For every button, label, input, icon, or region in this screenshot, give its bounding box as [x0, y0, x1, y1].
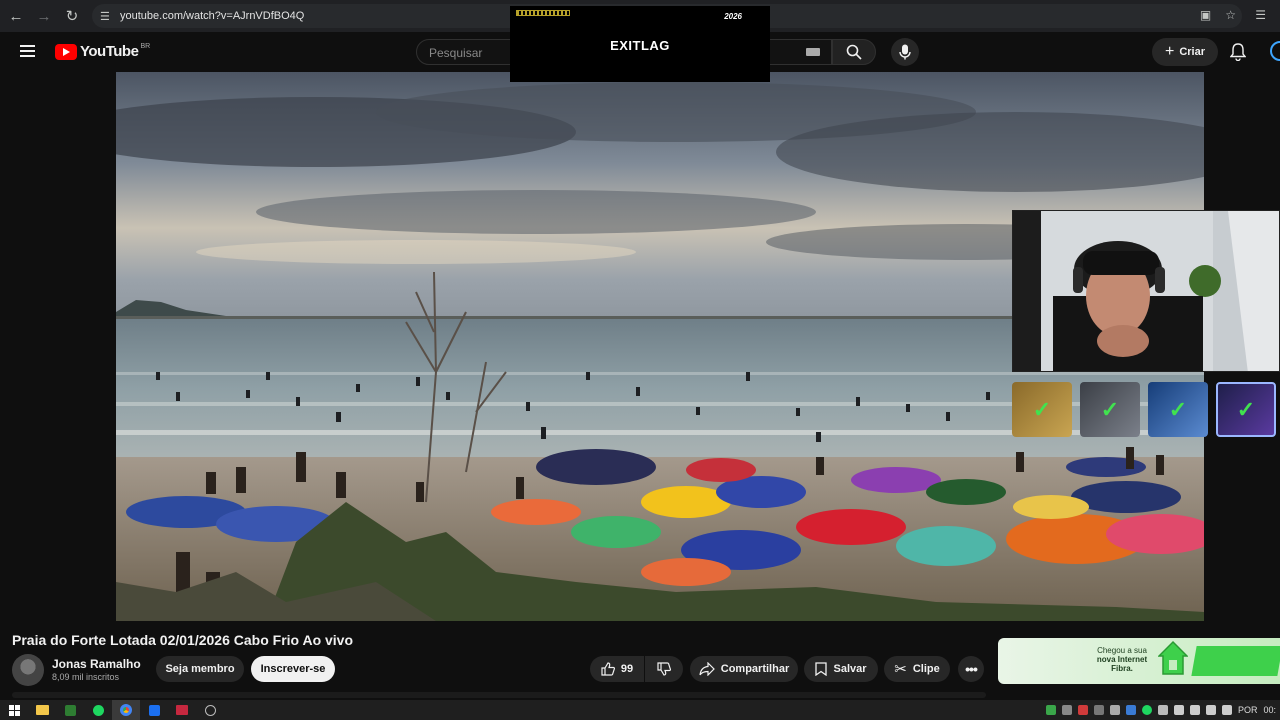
- voice-search-button[interactable]: [891, 38, 919, 66]
- search-icon: [846, 44, 862, 60]
- ad-green-banner: [1191, 646, 1280, 676]
- ad-line-2: nova Internet: [1096, 655, 1148, 664]
- windows-taskbar: POR 00:: [0, 700, 1280, 720]
- more-actions-button[interactable]: •••: [958, 656, 984, 682]
- system-tray: POR 00:: [1045, 700, 1280, 720]
- ad-text: Chegou a sua nova Internet Fibra.: [1080, 646, 1164, 673]
- network-icon[interactable]: [1205, 705, 1216, 715]
- url-text: youtube.com/watch?v=AJrnVDfBO4Q: [120, 10, 305, 22]
- subscribe-button[interactable]: Inscrever-se: [251, 656, 335, 682]
- bookmark-icon: [815, 662, 828, 676]
- site-info-icon[interactable]: ☰: [100, 10, 120, 23]
- spotify-icon[interactable]: [84, 700, 112, 720]
- youtube-wordmark: YouTube: [80, 43, 139, 60]
- xbox-app-icon[interactable]: [56, 700, 84, 720]
- bookmark-star-icon[interactable]: ☆: [1225, 8, 1236, 22]
- thumbs-down-icon: [657, 662, 671, 676]
- create-button[interactable]: + Criar: [1152, 38, 1218, 66]
- house-icon: [1158, 640, 1188, 675]
- microphone-tray-icon[interactable]: [1173, 705, 1184, 715]
- tray-icon[interactable]: [1157, 705, 1168, 715]
- overlay-brand: EXITLAG: [610, 38, 670, 53]
- share-label: Compartilhar: [720, 663, 790, 675]
- notifications-button[interactable]: [1229, 43, 1247, 66]
- clip-label: Clipe: [912, 663, 940, 675]
- fiber-internet-ad[interactable]: Chegou a sua nova Internet Fibra.: [998, 638, 1280, 684]
- file-explorer-icon[interactable]: [28, 700, 56, 720]
- check-icon: ✓: [1080, 382, 1140, 437]
- video-title: Praia do Forte Lotada 02/01/2026 Cabo Fr…: [12, 632, 354, 648]
- check-icon: ✓: [1012, 382, 1072, 437]
- join-button[interactable]: Seja membro: [156, 656, 244, 682]
- share-button[interactable]: Compartilhar: [690, 656, 798, 682]
- region-code: BR: [140, 43, 151, 50]
- reload-icon[interactable]: ↻: [58, 2, 86, 30]
- bell-icon: [1229, 43, 1247, 62]
- channel-avatar[interactable]: [12, 654, 44, 686]
- like-count: 99: [620, 663, 634, 675]
- channel-name[interactable]: Jonas Ramalho: [52, 657, 141, 671]
- clock[interactable]: 00:: [1263, 705, 1276, 715]
- create-label: Criar: [1179, 46, 1206, 58]
- overlay-tag: 2026: [724, 12, 742, 21]
- extensions-icon[interactable]: ☰: [1255, 8, 1266, 22]
- app-icon[interactable]: [196, 700, 224, 720]
- scissors-icon: ✂: [894, 661, 907, 678]
- app-icon[interactable]: [168, 700, 196, 720]
- tray-icon[interactable]: [1125, 705, 1136, 715]
- tray-icon[interactable]: [1093, 705, 1104, 715]
- more-icon: •••: [965, 661, 978, 677]
- tray-icon[interactable]: [1141, 705, 1152, 715]
- like-button[interactable]: 99: [590, 656, 644, 682]
- menu-icon[interactable]: [20, 45, 35, 57]
- join-label: Seja membro: [165, 663, 235, 675]
- search-button[interactable]: [832, 39, 876, 65]
- app-icon[interactable]: [140, 700, 168, 720]
- share-icon: [699, 662, 715, 676]
- subscribe-label: Inscrever-se: [260, 663, 326, 675]
- back-icon[interactable]: ←: [2, 2, 30, 30]
- clip-button[interactable]: ✂ Clipe: [884, 656, 950, 682]
- microphone-icon: [899, 44, 911, 60]
- challenge-tiles: ✓ ✓ ✓ ✓: [1012, 382, 1280, 438]
- thumbs-up-icon: [601, 662, 615, 676]
- plus-icon: +: [1164, 43, 1175, 60]
- youtube-play-icon: [55, 43, 77, 60]
- language-indicator[interactable]: POR: [1238, 705, 1258, 715]
- check-icon: ✓: [1216, 382, 1276, 437]
- battery-icon[interactable]: [1189, 705, 1200, 715]
- tray-icon[interactable]: [1045, 705, 1056, 715]
- forward-icon[interactable]: →: [30, 2, 58, 30]
- dislike-button[interactable]: [645, 656, 683, 682]
- volume-icon[interactable]: [1221, 705, 1232, 715]
- youtube-logo[interactable]: YouTube BR: [55, 43, 150, 60]
- address-bar-actions: ▣ ☆: [1200, 8, 1236, 22]
- install-app-icon[interactable]: ▣: [1200, 8, 1211, 22]
- keyboard-icon[interactable]: [806, 48, 820, 56]
- streamer-cam-image: [1013, 211, 1279, 371]
- hud-decoration: [516, 10, 570, 16]
- save-button[interactable]: Salvar: [804, 656, 878, 682]
- ad-line-1: Chegou a sua: [1097, 646, 1147, 655]
- exitlag-overlay: 2026 EXITLAG: [510, 6, 770, 82]
- tray-icon[interactable]: [1109, 705, 1120, 715]
- subscriber-count: 8,09 mil inscritos: [52, 672, 120, 682]
- windows-start-icon[interactable]: [0, 700, 28, 720]
- tray-icon[interactable]: [1061, 705, 1072, 715]
- tray-icon[interactable]: [1077, 705, 1088, 715]
- chrome-icon[interactable]: [112, 700, 140, 720]
- check-icon: ✓: [1148, 382, 1208, 437]
- webcam-overlay: [1012, 210, 1280, 372]
- ad-line-3: Fibra.: [1111, 664, 1133, 673]
- description-box-edge: [12, 692, 986, 698]
- save-label: Salvar: [833, 663, 867, 675]
